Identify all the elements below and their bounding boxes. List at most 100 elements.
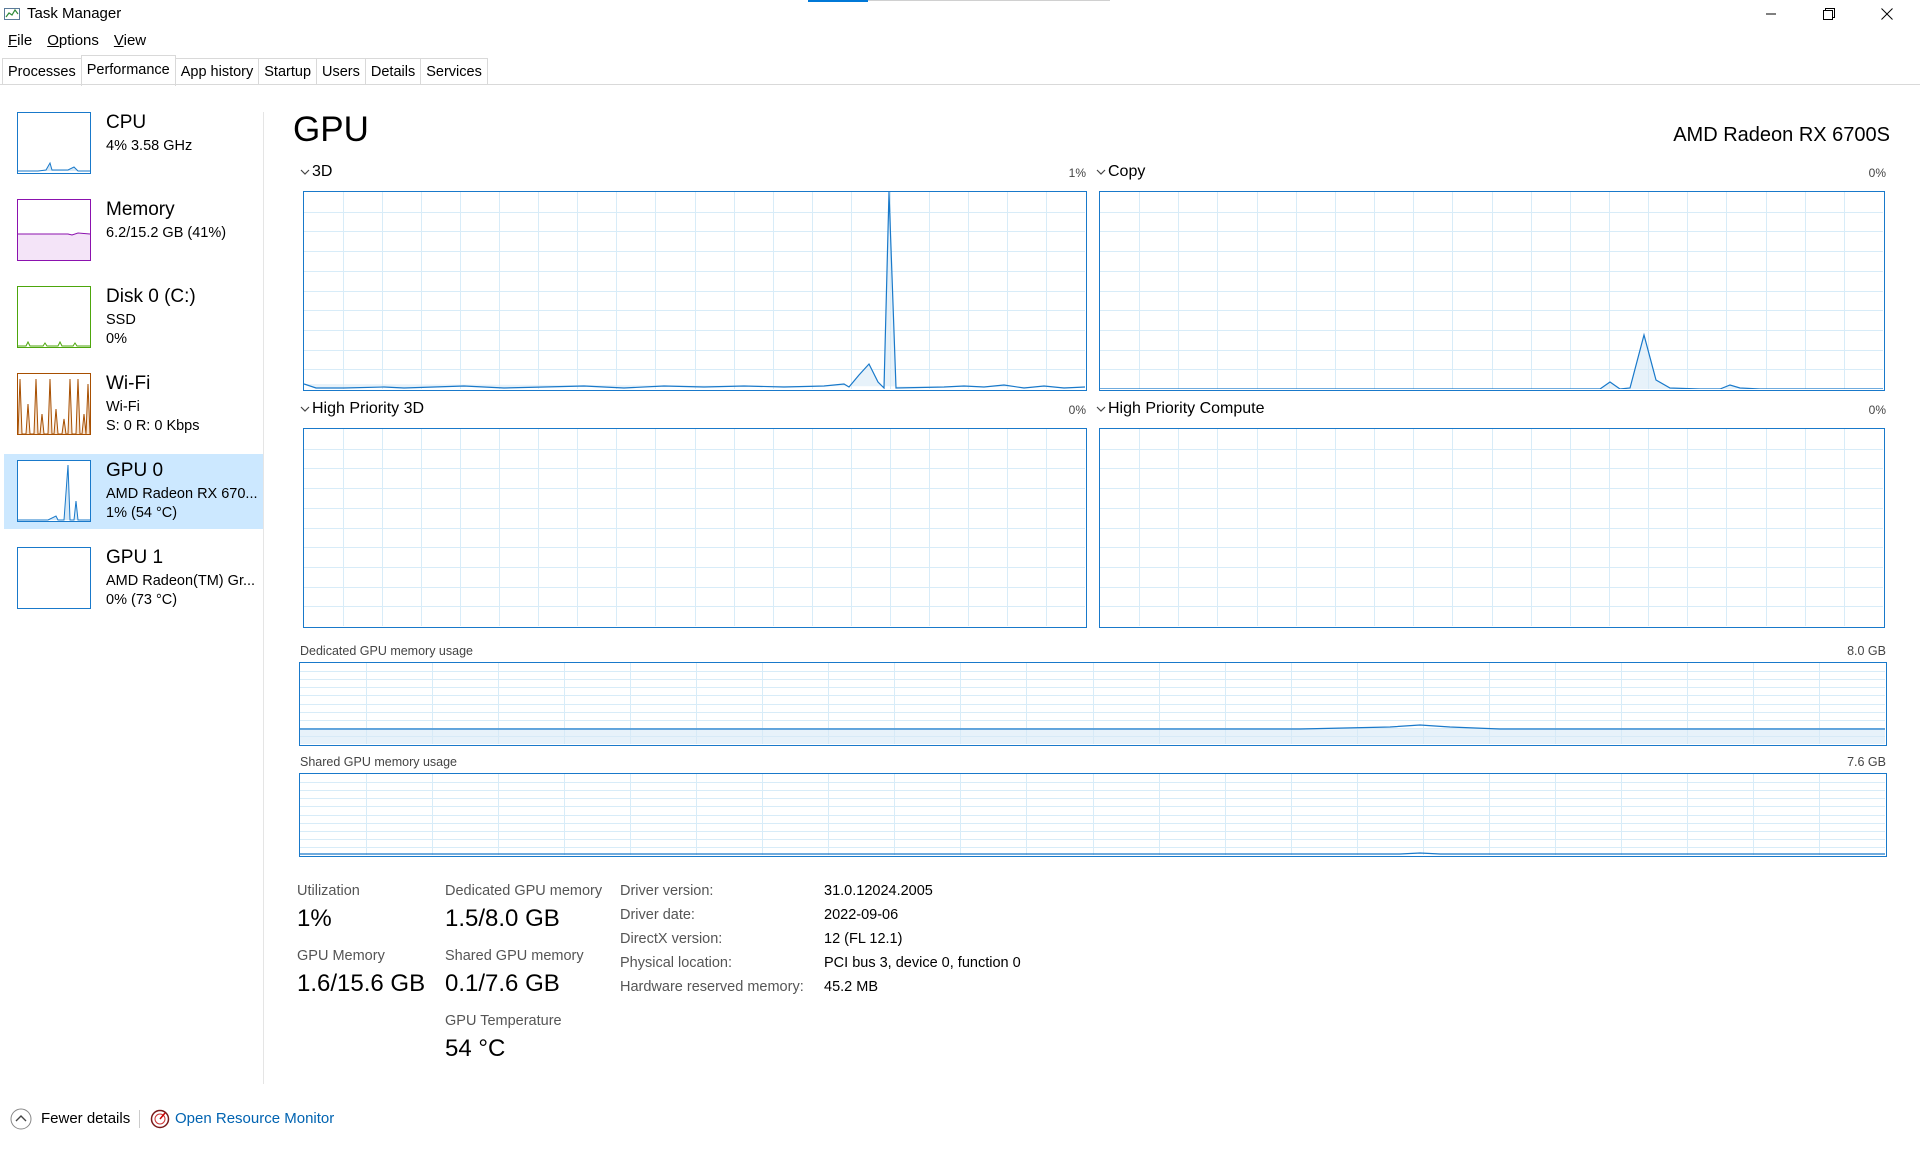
disk-thumbnail-graph bbox=[17, 286, 91, 348]
task-manager-icon bbox=[4, 8, 20, 20]
tab-startup[interactable]: Startup bbox=[258, 58, 318, 84]
engine-selector-high-priority-3d[interactable]: High Priority 3D bbox=[300, 400, 424, 418]
sidebar-item-memory[interactable]: Memory 6.2/15.2 GB (41%) bbox=[4, 193, 263, 268]
chevron-down-icon bbox=[1096, 169, 1106, 175]
menu-options[interactable]: Options bbox=[40, 30, 106, 52]
footer-divider bbox=[139, 1110, 140, 1128]
utilization-value: 1% bbox=[297, 905, 332, 932]
engine-percent: 1% bbox=[1068, 166, 1086, 180]
sidebar-item-label: GPU 1 bbox=[106, 547, 164, 568]
gpu-memory-value: 1.6/15.6 GB bbox=[297, 970, 426, 997]
engine-label: High Priority 3D bbox=[312, 400, 425, 417]
tab-performance[interactable]: Performance bbox=[80, 55, 176, 86]
sidebar-item-gpu1[interactable]: GPU 1 AMD Radeon(TM) Gr... 0% (73 °C) bbox=[4, 541, 263, 616]
sidebar-item-label: GPU 0 bbox=[106, 460, 164, 481]
sidebar-item-sub: SSD bbox=[106, 312, 136, 328]
directx-version-label: DirectX version: bbox=[620, 931, 723, 947]
fewer-details-button[interactable] bbox=[10, 1108, 32, 1130]
engine-chart bbox=[303, 191, 1087, 391]
gpu0-thumbnail-graph bbox=[17, 460, 91, 522]
sidebar-item-sub: 4% 3.58 GHz bbox=[106, 138, 193, 154]
graph-grid bbox=[304, 429, 1085, 626]
cpu-thumbnail-graph bbox=[17, 112, 91, 174]
menu-view[interactable]: View bbox=[107, 30, 153, 52]
sidebar: CPU 4% 3.58 GHz Memory 6.2/15.2 GB (41%)… bbox=[4, 106, 264, 628]
gpu-temperature-label: GPU Temperature bbox=[445, 1013, 562, 1029]
open-resource-monitor-link[interactable]: Open Resource Monitor bbox=[175, 1110, 334, 1127]
title-accent-line bbox=[808, 0, 868, 2]
shared-memory-chart bbox=[299, 773, 1887, 857]
gpu-temperature-value: 54 °C bbox=[445, 1035, 506, 1062]
engine-percent: 0% bbox=[1068, 403, 1086, 417]
minimize-icon bbox=[1766, 13, 1776, 15]
wifi-thumbnail-graph bbox=[17, 373, 91, 435]
sidebar-item-sub2: S: 0 R: 0 Kbps bbox=[106, 418, 200, 434]
sidebar-item-gpu0[interactable]: GPU 0 AMD Radeon RX 670... 1% (54 °C) bbox=[4, 454, 263, 529]
engine-selector-copy[interactable]: Copy bbox=[1096, 163, 1145, 181]
engine-graph-high-priority-compute: High Priority Compute 0% bbox=[1096, 400, 1886, 628]
shared-memory-label: Shared GPU memory usage bbox=[300, 755, 458, 769]
engine-selector-high-priority-compute[interactable]: High Priority Compute bbox=[1096, 400, 1265, 418]
sidebar-item-sub: Wi-Fi bbox=[106, 399, 140, 415]
physical-location-label: Physical location: bbox=[620, 955, 733, 971]
driver-version-value: 31.0.12024.2005 bbox=[824, 883, 933, 899]
menu-file[interactable]: File bbox=[1, 30, 39, 52]
sidebar-item-cpu[interactable]: CPU 4% 3.58 GHz bbox=[4, 106, 263, 181]
sidebar-divider bbox=[263, 112, 264, 1084]
engine-label: Copy bbox=[1108, 163, 1146, 180]
restore-button[interactable] bbox=[1800, 0, 1858, 28]
tab-details[interactable]: Details bbox=[364, 58, 422, 84]
chevron-down-icon bbox=[300, 406, 310, 412]
sidebar-item-sub2: 0% bbox=[106, 331, 127, 347]
gpu-model-name: AMD Radeon RX 6700S bbox=[1673, 124, 1890, 146]
engine-chart bbox=[1099, 428, 1885, 628]
dedicated-gpu-memory-value: 1.5/8.0 GB bbox=[445, 905, 560, 932]
gpu1-thumbnail-graph bbox=[17, 547, 91, 609]
engine-label: 3D bbox=[312, 163, 333, 180]
physical-location-value: PCI bus 3, device 0, function 0 bbox=[824, 955, 1021, 971]
engine-graph-copy: Copy 0% bbox=[1096, 163, 1886, 391]
sidebar-item-disk[interactable]: Disk 0 (C:) SSD 0% bbox=[4, 280, 263, 355]
sidebar-item-label: Disk 0 (C:) bbox=[106, 286, 196, 307]
tab-processes[interactable]: Processes bbox=[2, 58, 82, 84]
driver-date-value: 2022-09-06 bbox=[824, 907, 899, 923]
engine-percent: 0% bbox=[1868, 166, 1886, 180]
page-title: GPU bbox=[293, 110, 369, 149]
tab-divider bbox=[0, 84, 1920, 85]
tab-app-history[interactable]: App history bbox=[174, 58, 260, 84]
dedicated-memory-max: 8.0 GB bbox=[1847, 644, 1886, 658]
utilization-label: Utilization bbox=[297, 883, 360, 899]
resource-monitor-icon bbox=[150, 1109, 170, 1129]
gpu-memory-label: GPU Memory bbox=[297, 948, 385, 964]
engine-label: High Priority Compute bbox=[1108, 400, 1265, 417]
shared-memory-max: 7.6 GB bbox=[1847, 755, 1886, 769]
hardware-reserved-memory-value: 45.2 MB bbox=[824, 979, 878, 995]
tab-users[interactable]: Users bbox=[316, 58, 366, 84]
tab-services[interactable]: Services bbox=[420, 58, 488, 84]
shared-gpu-memory-label: Shared GPU memory bbox=[445, 948, 584, 964]
sidebar-item-label: Memory bbox=[106, 199, 175, 220]
minimize-button[interactable] bbox=[1742, 0, 1800, 28]
sidebar-item-sub2: 1% (54 °C) bbox=[106, 505, 178, 521]
driver-date-label: Driver date: bbox=[620, 907, 695, 923]
restore-icon bbox=[1823, 8, 1835, 20]
sidebar-item-label: Wi-Fi bbox=[106, 373, 151, 394]
tab-bar: Processes Performance App history Startu… bbox=[2, 55, 488, 86]
shared-gpu-memory-value: 0.1/7.6 GB bbox=[445, 970, 560, 997]
fewer-details-link[interactable]: Fewer details bbox=[41, 1110, 130, 1127]
sidebar-item-sub: AMD Radeon RX 670... bbox=[106, 486, 258, 502]
sidebar-item-sub: 6.2/15.2 GB (41%) bbox=[106, 225, 227, 241]
sidebar-item-sub: AMD Radeon(TM) Gr... bbox=[106, 573, 256, 589]
dedicated-memory-label: Dedicated GPU memory usage bbox=[300, 644, 473, 658]
title-divider bbox=[868, 0, 1110, 1]
close-button[interactable] bbox=[1858, 0, 1916, 28]
engine-chart bbox=[303, 428, 1087, 628]
sidebar-item-wifi[interactable]: Wi-Fi Wi-Fi S: 0 R: 0 Kbps bbox=[4, 367, 263, 442]
sidebar-item-sub2: 0% (73 °C) bbox=[106, 592, 178, 608]
close-icon bbox=[1881, 8, 1893, 20]
engine-chart bbox=[1099, 191, 1885, 391]
engine-selector-3d[interactable]: 3D bbox=[300, 163, 332, 181]
menu-bar: File Options View bbox=[0, 30, 153, 52]
footer: Fewer details Open Resource Monitor bbox=[0, 1100, 1920, 1140]
dedicated-gpu-memory-label: Dedicated GPU memory bbox=[445, 883, 603, 899]
